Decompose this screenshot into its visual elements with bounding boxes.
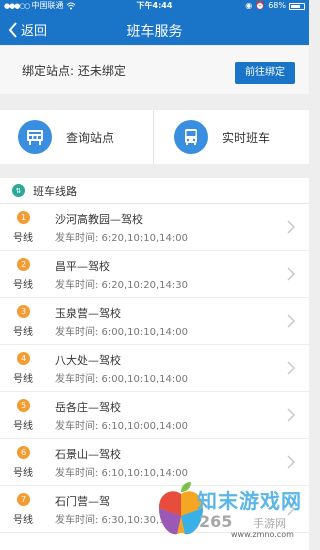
chevron-right-icon [287, 220, 295, 234]
route-departure-times: 发车时间: 6:20,10:20,14:30 [55, 280, 188, 291]
station-board-icon [18, 120, 52, 154]
page-title: 班车服务 [126, 24, 183, 40]
routes-title: 班车线路 [33, 184, 77, 198]
header-bar: ●●●○○ 中国联通 下午4:44 ◉ ⏰ 68% 返回 班车服务 [0, 0, 309, 45]
routes-header: ⇅ 班车线路 [0, 178, 309, 204]
route-departure-times: 发车时间: 6:00,10:10,14:00 [55, 327, 188, 338]
route-row[interactable]: 3 号线 玉泉营—驾校发车时间: 6:00,10:10,14:00 [0, 298, 309, 345]
route-number-suffix: 号线 [13, 421, 33, 432]
go-bind-button[interactable]: 前往绑定 [235, 62, 295, 84]
route-row[interactable]: 2 号线 昌平—驾校发车时间: 6:20,10:20,14:30 [0, 251, 309, 298]
realtime-bus-label: 实时班车 [222, 130, 271, 145]
chevron-right-icon [287, 267, 295, 281]
route-number-suffix: 号线 [13, 515, 33, 526]
route-departure-times: 发车时间: 6:00,10:10,14:00 [55, 374, 188, 385]
query-station-button[interactable]: 查询站点 [0, 110, 153, 164]
route-number-suffix: 号线 [13, 468, 33, 479]
route-name: 岳各庄—驾校 [55, 401, 121, 414]
chevron-right-icon [287, 408, 295, 422]
binding-status: 绑定站点: 还未绑定 [22, 64, 126, 78]
chevron-right-icon [287, 361, 295, 375]
watermark-number: 265 [199, 512, 233, 531]
bus-icon [174, 120, 208, 154]
watermark: 知末游戏网 265 手游网 www.zmno.com [155, 470, 309, 550]
route-departure-times: 发车时间: 6:10,10:00,14:00 [55, 421, 188, 432]
route-row[interactable]: 1 号线 沙河高教园—驾校发车时间: 6:20,10:10,14:00 [0, 204, 309, 251]
route-number-badge: 3 [17, 305, 30, 318]
route-number-badge: 7 [17, 493, 30, 506]
route-name: 玉泉营—驾校 [55, 307, 121, 320]
route-number-suffix: 号线 [13, 327, 33, 338]
binding-row: 绑定站点: 还未绑定 前往绑定 [0, 46, 309, 94]
route-name: 石门营—驾 [55, 495, 110, 508]
chevron-right-icon [287, 455, 295, 469]
battery-percent: 68% [268, 1, 286, 10]
route-name: 昌平—驾校 [55, 260, 110, 273]
route-number-badge: 6 [17, 446, 30, 459]
location-icon: ◉ [245, 1, 253, 10]
watermark-title: 知末游戏网 [197, 489, 302, 513]
route-number-suffix: 号线 [13, 374, 33, 385]
route-row[interactable]: 5 号线 岳各庄—驾校发车时间: 6:10,10:00,14:00 [0, 392, 309, 439]
route-name: 沙河高教园—驾校 [55, 213, 143, 226]
route-name: 八大处—驾校 [55, 354, 121, 367]
route-number-badge: 5 [17, 399, 30, 412]
status-bar: ●●●○○ 中国联通 下午4:44 ◉ ⏰ 68% [0, 0, 309, 12]
watermark-sub: 手游网 [253, 517, 286, 530]
route-row[interactable]: 4 号线 八大处—驾校发车时间: 6:00,10:10,14:00 [0, 345, 309, 392]
alarm-icon: ⏰ [255, 1, 266, 10]
route-icon: ⇅ [12, 184, 25, 197]
route-number-suffix: 号线 [13, 233, 33, 244]
watermark-url: www.zmno.com [231, 530, 294, 539]
quick-actions: 查询站点 实时班车 [0, 110, 309, 164]
status-right: ◉ ⏰ 68% [245, 0, 305, 12]
route-name: 石景山—驾校 [55, 448, 121, 461]
route-number-badge: 4 [17, 352, 30, 365]
route-number-suffix: 号线 [13, 280, 33, 291]
query-station-label: 查询站点 [66, 130, 115, 145]
battery-icon [289, 2, 305, 10]
route-number-badge: 1 [17, 211, 30, 224]
nav-bar: 返回 班车服务 [0, 14, 309, 46]
realtime-bus-button[interactable]: 实时班车 [153, 110, 309, 164]
route-departure-times: 发车时间: 6:20,10:10,14:00 [55, 233, 188, 244]
route-number-badge: 2 [17, 258, 30, 271]
chevron-right-icon [287, 314, 295, 328]
